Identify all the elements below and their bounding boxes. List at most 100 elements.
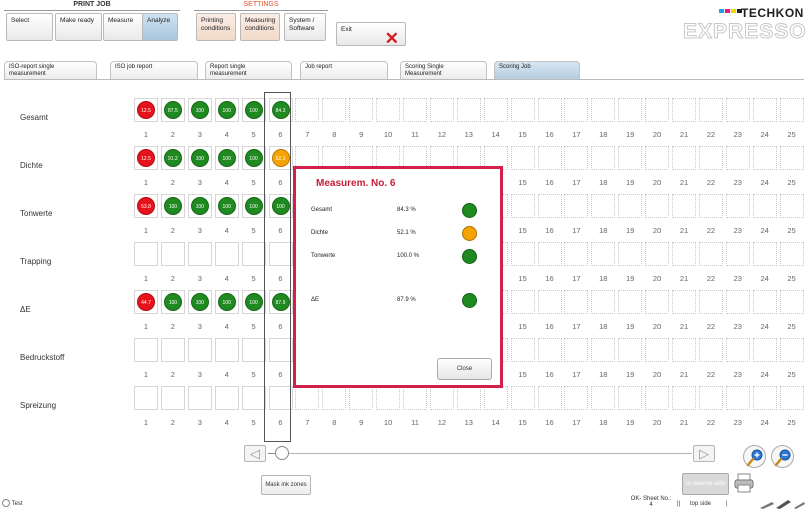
make-ready-button[interactable]: Make ready xyxy=(55,13,102,41)
score-cell[interactable] xyxy=(725,98,750,122)
score-cell[interactable] xyxy=(591,98,616,122)
score-cell[interactable] xyxy=(672,146,696,170)
score-cell[interactable] xyxy=(564,194,589,218)
score-cell[interactable]: 100 xyxy=(160,290,185,314)
score-cell[interactable] xyxy=(645,338,670,362)
score-cell[interactable]: 100 xyxy=(187,98,212,122)
score-cell[interactable] xyxy=(698,338,723,362)
score-cell[interactable] xyxy=(510,194,535,218)
score-cell[interactable] xyxy=(403,98,427,122)
score-cell[interactable] xyxy=(779,386,804,410)
score-cell[interactable] xyxy=(134,242,158,266)
score-cell[interactable] xyxy=(241,242,266,266)
score-cell[interactable] xyxy=(564,338,589,362)
score-cell[interactable] xyxy=(429,98,454,122)
score-cell[interactable]: 100 xyxy=(187,194,212,218)
system-software-button[interactable]: System / Software xyxy=(284,13,326,41)
score-cell[interactable] xyxy=(672,290,696,314)
close-button[interactable]: Close xyxy=(437,358,492,380)
score-cell[interactable]: 12.5 xyxy=(134,98,158,122)
score-cell[interactable]: 100 xyxy=(241,98,266,122)
score-cell[interactable] xyxy=(698,98,723,122)
score-cell[interactable] xyxy=(618,146,643,170)
tab-scoring-job[interactable]: Scoring Job xyxy=(494,61,580,79)
score-cell[interactable] xyxy=(564,98,589,122)
printing-conditions-button[interactable]: Printing conditions xyxy=(196,13,236,41)
score-cell[interactable] xyxy=(672,98,696,122)
score-cell[interactable] xyxy=(672,194,696,218)
score-cell[interactable] xyxy=(349,98,374,122)
score-cell[interactable] xyxy=(591,146,616,170)
score-cell[interactable] xyxy=(510,338,535,362)
score-cell[interactable] xyxy=(376,98,401,122)
score-cell[interactable] xyxy=(779,290,804,314)
score-cell[interactable]: 44.7 xyxy=(134,290,158,314)
score-cell[interactable] xyxy=(618,194,643,218)
score-cell[interactable] xyxy=(537,242,562,266)
score-cell[interactable]: 87.5 xyxy=(160,98,185,122)
score-cell[interactable] xyxy=(645,386,670,410)
score-cell[interactable] xyxy=(591,386,616,410)
score-cell[interactable] xyxy=(187,338,212,362)
score-cell[interactable]: 84.3 xyxy=(268,98,293,122)
tab-iso-job-report[interactable]: ISO job report xyxy=(110,61,198,79)
score-cell[interactable] xyxy=(645,146,670,170)
score-cell[interactable] xyxy=(429,386,454,410)
score-cell[interactable] xyxy=(591,242,616,266)
score-cell[interactable] xyxy=(645,242,670,266)
score-cell[interactable] xyxy=(537,290,562,314)
measuring-conditions-button[interactable]: Measuring conditions xyxy=(240,13,280,41)
score-cell[interactable] xyxy=(134,338,158,362)
score-cell[interactable] xyxy=(672,242,696,266)
score-cell[interactable] xyxy=(779,146,804,170)
score-cell[interactable] xyxy=(241,386,266,410)
score-cell[interactable] xyxy=(779,98,804,122)
score-cell[interactable] xyxy=(160,386,185,410)
score-cell[interactable] xyxy=(618,386,643,410)
score-cell[interactable] xyxy=(322,386,347,410)
score-cell[interactable] xyxy=(268,242,293,266)
score-cell[interactable]: 87.9 xyxy=(268,290,293,314)
score-cell[interactable] xyxy=(537,98,562,122)
score-cell[interactable] xyxy=(510,146,535,170)
score-cell[interactable] xyxy=(564,146,589,170)
score-cell[interactable] xyxy=(752,338,777,362)
score-cell[interactable]: 91.2 xyxy=(160,146,185,170)
score-cell[interactable] xyxy=(752,386,777,410)
score-cell[interactable] xyxy=(645,194,670,218)
score-cell[interactable] xyxy=(645,290,670,314)
select-button[interactable]: Select xyxy=(6,13,53,41)
score-cell[interactable] xyxy=(698,194,723,218)
score-cell[interactable] xyxy=(537,338,562,362)
score-cell[interactable] xyxy=(403,386,427,410)
score-cell[interactable] xyxy=(456,98,481,122)
score-cell[interactable]: 12.5 xyxy=(134,146,158,170)
score-cell[interactable] xyxy=(618,338,643,362)
score-cell[interactable]: 100 xyxy=(160,194,185,218)
scroll-left-button[interactable]: ◁ xyxy=(244,445,266,462)
score-cell[interactable] xyxy=(160,338,185,362)
score-cell[interactable] xyxy=(752,290,777,314)
score-cell[interactable]: 100 xyxy=(268,194,293,218)
tab-job-report[interactable]: Job report xyxy=(300,61,388,79)
score-cell[interactable] xyxy=(187,242,212,266)
scroll-right-button[interactable]: ▷ xyxy=(693,445,715,462)
score-cell[interactable] xyxy=(672,386,696,410)
score-cell[interactable] xyxy=(214,386,239,410)
score-cell[interactable] xyxy=(779,242,804,266)
score-cell[interactable] xyxy=(618,98,643,122)
measure-button[interactable]: Measure xyxy=(103,13,144,41)
score-cell[interactable]: 100 xyxy=(214,194,239,218)
score-cell[interactable] xyxy=(268,338,293,362)
score-cell[interactable] xyxy=(160,242,185,266)
score-cell[interactable] xyxy=(134,386,158,410)
tab-scoring-single[interactable]: Scoring Single Measurement xyxy=(400,61,487,79)
zoom-out-button[interactable] xyxy=(771,445,794,468)
score-cell[interactable] xyxy=(698,242,723,266)
score-cell[interactable] xyxy=(591,290,616,314)
score-cell[interactable] xyxy=(537,194,562,218)
score-cell[interactable] xyxy=(510,242,535,266)
score-cell[interactable] xyxy=(725,338,750,362)
score-cell[interactable] xyxy=(214,338,239,362)
score-cell[interactable] xyxy=(698,386,723,410)
